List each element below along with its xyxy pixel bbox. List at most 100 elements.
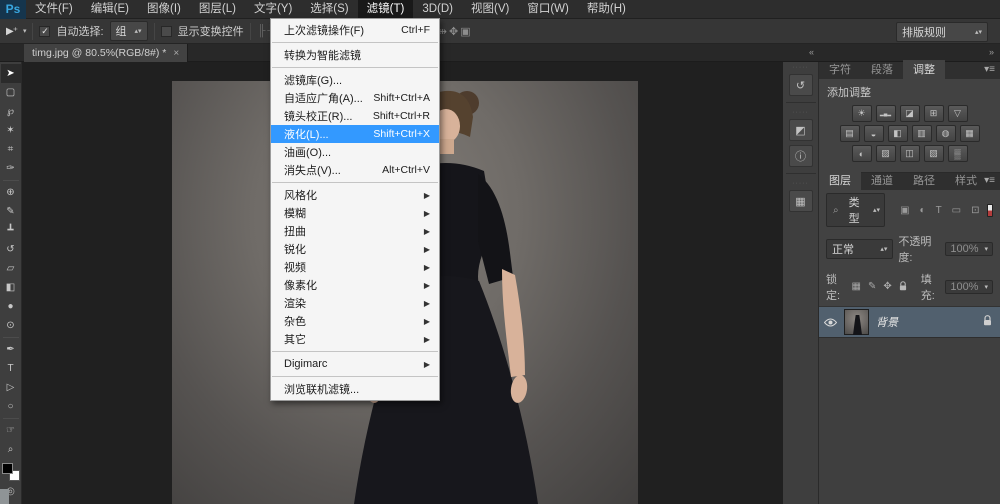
layer-tab-1[interactable]: 通道 bbox=[861, 171, 903, 190]
filter-menu-item-21[interactable]: Digimarc ▶ bbox=[271, 355, 439, 373]
type-tool[interactable]: T bbox=[1, 359, 21, 378]
panel-menu-icon[interactable]: ▾≡ bbox=[984, 175, 995, 186]
tab-1[interactable]: 段落 bbox=[861, 60, 903, 79]
move-tool[interactable]: ➤ bbox=[0, 64, 21, 83]
opacity-dropdown[interactable]: 100% ▾ bbox=[945, 242, 993, 256]
zoom-tool[interactable]: ⌕ bbox=[1, 440, 21, 459]
invert-icon[interactable]: ◐ bbox=[851, 145, 872, 162]
hue-saturation-icon[interactable]: ▤ bbox=[839, 125, 860, 142]
filter-menu-item-8[interactable]: 油画(O)... bbox=[271, 143, 439, 161]
filter-menu-item-6[interactable]: 镜头校正(R)... Shift+Ctrl+R bbox=[271, 107, 439, 125]
layer-tab-3[interactable]: 样式 bbox=[945, 171, 987, 190]
gradient-tool[interactable]: ◧ bbox=[1, 278, 21, 297]
channel-mixer-icon[interactable]: ◍ bbox=[935, 125, 956, 142]
eraser-tool[interactable]: ▱ bbox=[1, 259, 21, 278]
info-panel-icon[interactable]: ⓘ bbox=[788, 145, 813, 167]
photo-filter-icon[interactable]: ▥ bbox=[911, 125, 932, 142]
document-tab[interactable]: timg.jpg @ 80.5%(RGB/8#) * × bbox=[24, 44, 189, 62]
levels-icon[interactable]: ▂▄▂ bbox=[875, 105, 896, 122]
blur-tool[interactable]: ● bbox=[1, 297, 21, 316]
menubar-item-2[interactable]: 图像(I) bbox=[138, 0, 190, 19]
brightness-contrast-icon[interactable]: ☀ bbox=[851, 105, 872, 122]
filter-menu-item-15[interactable]: 视频 ▶ bbox=[271, 258, 439, 276]
path-select-tool[interactable]: ▷ bbox=[1, 378, 21, 397]
panel-menu-icon[interactable]: ▾≡ bbox=[984, 64, 995, 75]
3d-camera-icon[interactable]: ▣ bbox=[459, 26, 471, 38]
filter-menu-item-9[interactable]: 消失点(V)... Alt+Ctrl+V bbox=[271, 161, 439, 179]
dodge-tool[interactable]: ⊙ bbox=[1, 316, 21, 335]
fill-dropdown[interactable]: 100% ▾ bbox=[945, 280, 993, 294]
tab-0[interactable]: 字符 bbox=[819, 60, 861, 79]
threshold-icon[interactable]: ◫ bbox=[899, 145, 920, 162]
menubar-item-1[interactable]: 编辑(E) bbox=[82, 0, 138, 19]
filter-menu-item-2[interactable]: 转换为智能滤镜 bbox=[271, 46, 439, 64]
filter-menu-item-0[interactable]: 上次滤镜操作(F) Ctrl+F bbox=[271, 21, 439, 39]
filter-pixel-layers-icon[interactable]: ▣ bbox=[898, 205, 911, 216]
layers-empty-area[interactable] bbox=[819, 338, 1000, 504]
gradient-map-icon[interactable]: ▧ bbox=[923, 145, 944, 162]
filter-shape-layers-icon[interactable]: ▭ bbox=[950, 205, 963, 216]
eyedropper-tool[interactable]: ✑ bbox=[1, 159, 21, 178]
menubar-item-4[interactable]: 文字(Y) bbox=[245, 0, 301, 19]
background-layer-row[interactable]: 背景 bbox=[819, 306, 1000, 338]
layer-visibility-eye-icon[interactable] bbox=[823, 318, 837, 327]
filter-adjustment-layers-icon[interactable]: ◐ bbox=[918, 205, 928, 216]
pen-tool[interactable]: ✒ bbox=[1, 340, 21, 359]
lasso-tool[interactable]: ℘ bbox=[1, 102, 21, 121]
properties-panel-icon[interactable]: ◩ bbox=[788, 119, 813, 141]
color-swatches[interactable] bbox=[1, 463, 20, 481]
brush-tool[interactable]: ✎ bbox=[1, 202, 21, 221]
show-transform-checkbox[interactable] bbox=[160, 25, 172, 37]
filter-menu-item-17[interactable]: 渲染 ▶ bbox=[271, 294, 439, 312]
quick-selection-tool[interactable]: ✶ bbox=[1, 121, 21, 140]
marquee-tool[interactable]: ▢ bbox=[1, 83, 21, 102]
filter-menu-item-19[interactable]: 其它 ▶ bbox=[271, 330, 439, 348]
auto-select-checkbox[interactable]: ✓ bbox=[39, 25, 51, 37]
filter-type-layers-icon[interactable]: T bbox=[934, 205, 944, 216]
crop-tool[interactable]: ⌗ bbox=[1, 140, 21, 159]
history-panel-icon[interactable]: ↺ bbox=[788, 74, 813, 96]
filter-smart-objects-icon[interactable]: ⊡ bbox=[969, 205, 981, 216]
move-tool-preset-icon[interactable]: ▶⁺ bbox=[6, 26, 18, 37]
filter-menu-item-7[interactable]: 液化(L)... Shift+Ctrl+X bbox=[271, 125, 439, 143]
filter-menu-item-12[interactable]: 模糊 ▶ bbox=[271, 204, 439, 222]
collapse-dock-left-icon[interactable]: « bbox=[809, 47, 814, 57]
filter-menu-item-18[interactable]: 杂色 ▶ bbox=[271, 312, 439, 330]
history-brush-tool[interactable]: ↺ bbox=[1, 240, 21, 259]
lock-all-icon[interactable] bbox=[898, 280, 908, 294]
filter-menu-item-4[interactable]: 滤镜库(G)... bbox=[271, 71, 439, 89]
layer-filter-toggle[interactable] bbox=[986, 203, 993, 217]
blend-mode-dropdown[interactable]: 正常 ▴▾ bbox=[826, 239, 894, 259]
spot-healing-tool[interactable]: ⊕ bbox=[1, 183, 21, 202]
3d-slide-icon[interactable]: ✥ bbox=[448, 26, 459, 38]
exposure-icon[interactable]: ⊞ bbox=[923, 105, 944, 122]
color-balance-icon[interactable]: ◒ bbox=[863, 125, 884, 142]
curves-icon[interactable]: ◪ bbox=[899, 105, 920, 122]
menubar-item-9[interactable]: 窗口(W) bbox=[518, 0, 578, 19]
close-icon[interactable]: × bbox=[173, 48, 179, 59]
black-white-icon[interactable]: ◧ bbox=[887, 125, 908, 142]
lock-transparency-icon[interactable]: ▦ bbox=[851, 281, 862, 294]
layer-thumbnail[interactable] bbox=[844, 309, 869, 335]
shape-tool[interactable]: ○ bbox=[1, 397, 21, 416]
lock-position-icon[interactable]: ✥ bbox=[882, 281, 892, 294]
filter-menu-item-16[interactable]: 像素化 ▶ bbox=[271, 276, 439, 294]
menubar-item-10[interactable]: 帮助(H) bbox=[578, 0, 635, 19]
vibrance-icon[interactable]: ▽ bbox=[947, 105, 968, 122]
hand-tool[interactable]: ☞ bbox=[1, 421, 21, 440]
menubar-item-3[interactable]: 图层(L) bbox=[190, 0, 245, 19]
filter-menu-item-5[interactable]: 自适应广角(A)... Shift+Ctrl+A bbox=[271, 89, 439, 107]
filter-menu-item-13[interactable]: 扭曲 ▶ bbox=[271, 222, 439, 240]
filter-menu-item-14[interactable]: 锐化 ▶ bbox=[271, 240, 439, 258]
menubar-item-8[interactable]: 视图(V) bbox=[462, 0, 518, 19]
selective-color-icon[interactable]: ▒ bbox=[947, 145, 968, 162]
foreground-color-swatch[interactable] bbox=[1, 463, 13, 474]
layer-tab-0[interactable]: 图层 bbox=[819, 171, 861, 190]
filter-menu-item-11[interactable]: 风格化 ▶ bbox=[271, 186, 439, 204]
workspace-dropdown[interactable]: 排版规则 ▴▾ bbox=[896, 22, 988, 42]
layer-filter-kind-dropdown[interactable]: ⌕ 类型 ▴▾ bbox=[826, 193, 886, 227]
tool-preset-arrow-icon[interactable]: ▾ bbox=[23, 27, 27, 35]
menubar-item-7[interactable]: 3D(D) bbox=[413, 0, 462, 19]
align-left-icon[interactable]: ╟ bbox=[257, 25, 267, 37]
auto-select-dropdown[interactable]: 组 ▴▾ bbox=[109, 21, 148, 41]
